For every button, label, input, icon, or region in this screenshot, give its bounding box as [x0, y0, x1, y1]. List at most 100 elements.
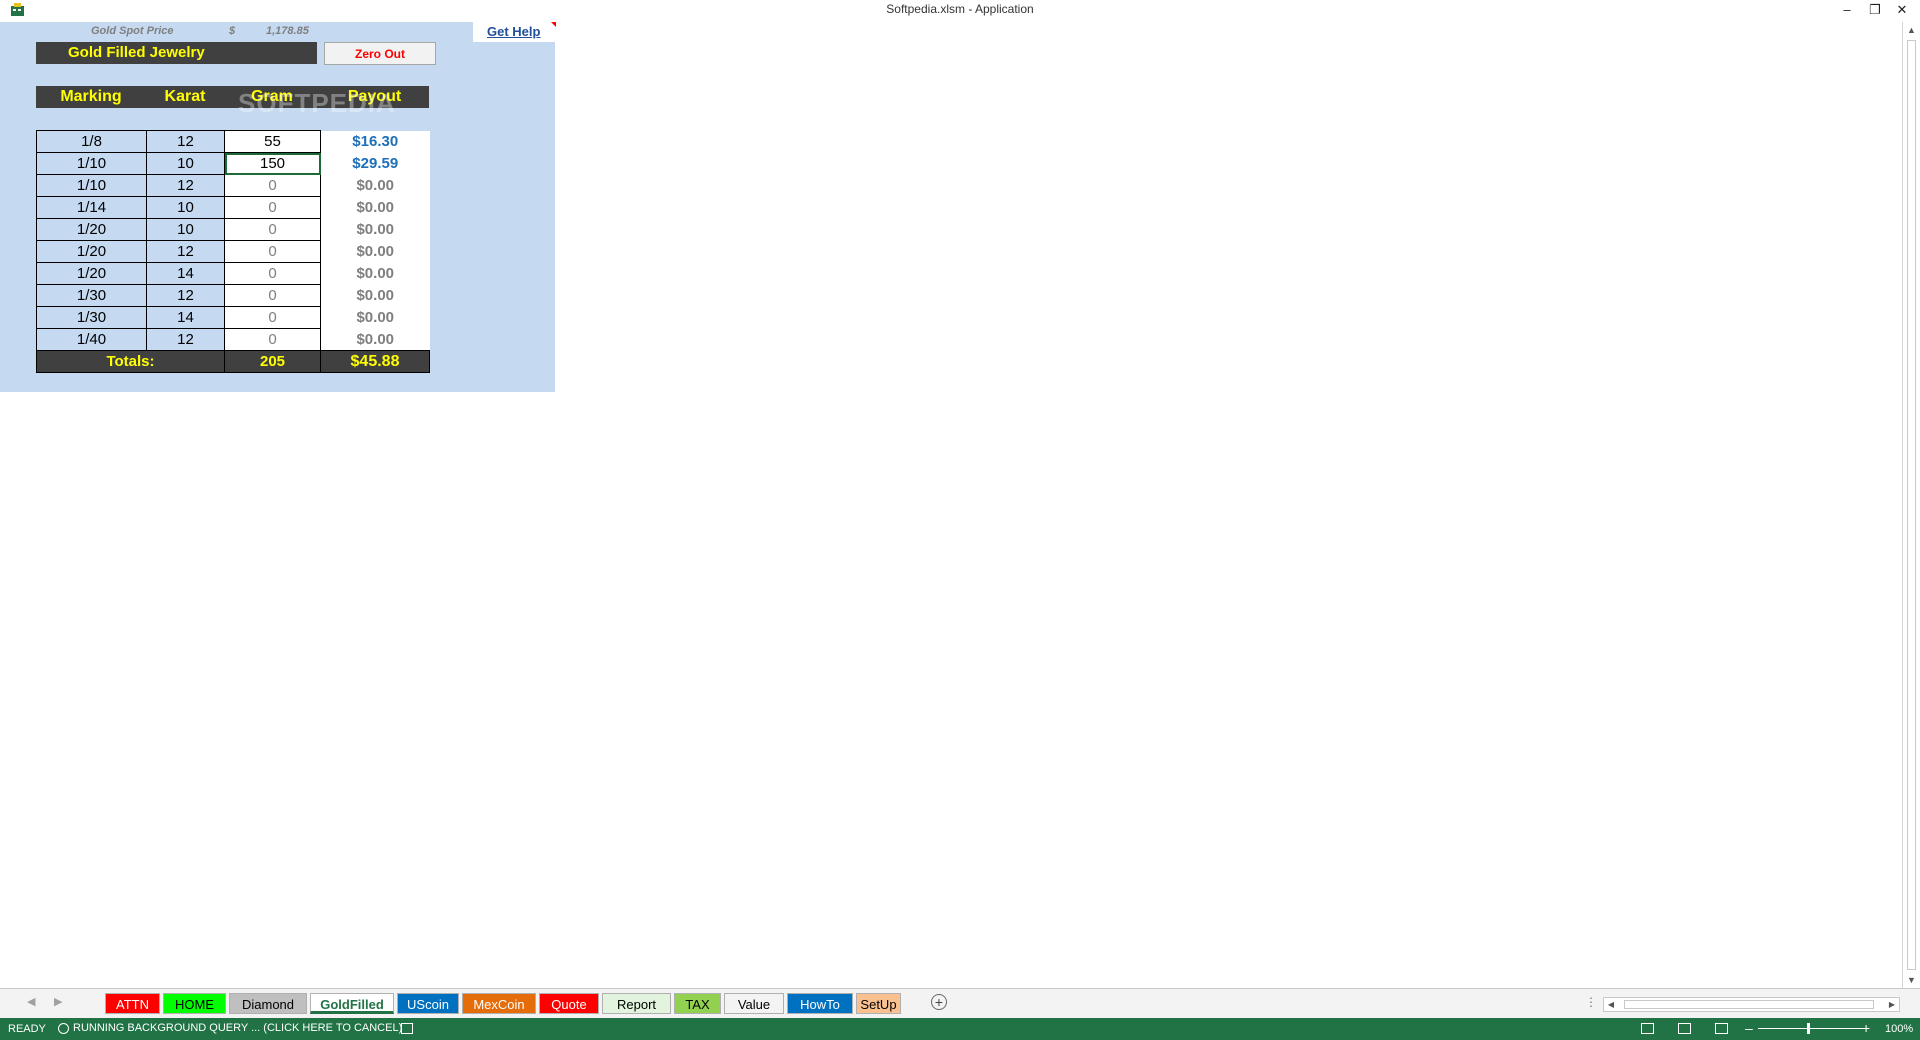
marking-cell: 1/30	[36, 306, 147, 329]
tab-attn[interactable]: ATTN	[105, 993, 160, 1014]
get-help-link[interactable]: Get Help	[487, 24, 540, 39]
totals-label: Totals:	[36, 350, 225, 373]
zero-out-button[interactable]: Zero Out	[324, 42, 436, 65]
gram-input-cell[interactable]: 0	[224, 306, 321, 329]
page-break-view-icon[interactable]	[1715, 1023, 1728, 1034]
horizontal-scrollbar[interactable]: ◀ ▶	[1603, 997, 1900, 1012]
vertical-scrollbar[interactable]: ▲ ▼	[1902, 22, 1920, 988]
karat-cell: 12	[146, 284, 225, 307]
payout-cell: $29.59	[320, 152, 430, 175]
marking-cell: 1/20	[36, 218, 147, 241]
zoom-slider-thumb[interactable]	[1807, 1023, 1810, 1034]
tab-quote[interactable]: Quote	[539, 993, 599, 1014]
close-icon[interactable]: ✕	[1890, 0, 1914, 20]
status-ready: READY	[8, 1023, 46, 1035]
tab-mexcoin[interactable]: MexCoin	[462, 993, 536, 1014]
restore-icon[interactable]: ❐	[1863, 0, 1887, 20]
tab-value[interactable]: Value	[724, 993, 784, 1014]
table-row: 1/20 12 0 $0.00	[36, 240, 430, 263]
table-row: 1/30 14 0 $0.00	[36, 306, 430, 329]
karat-cell: 12	[146, 130, 225, 153]
scroll-down-icon[interactable]: ▼	[1903, 972, 1920, 988]
gram-input-cell[interactable]: 55	[224, 130, 321, 153]
table-row: 1/10 10 150 $29.59	[36, 152, 430, 175]
payout-cell: $0.00	[320, 328, 430, 351]
tab-howto[interactable]: HowTo	[787, 993, 853, 1014]
gram-input-cell[interactable]: 0	[224, 262, 321, 285]
macro-record-icon[interactable]	[401, 1023, 413, 1034]
totals-gram: 205	[224, 350, 321, 373]
payout-cell: $0.00	[320, 196, 430, 219]
marking-cell: 1/10	[36, 174, 147, 197]
table-row: 1/30 12 0 $0.00	[36, 284, 430, 307]
zoom-slider[interactable]	[1758, 1028, 1866, 1029]
karat-cell: 12	[146, 328, 225, 351]
background-query-text: RUNNING BACKGROUND QUERY ... (CLICK HERE…	[73, 1022, 403, 1034]
karat-cell: 12	[146, 174, 225, 197]
zoom-in-icon[interactable]: +	[1862, 1020, 1870, 1036]
karat-cell: 12	[146, 240, 225, 263]
gram-input-cell[interactable]: 0	[224, 218, 321, 241]
tab-home[interactable]: HOME	[163, 993, 226, 1014]
karat-cell: 10	[146, 218, 225, 241]
tab-tax[interactable]: TAX	[674, 993, 721, 1014]
gram-input-cell[interactable]: 0	[224, 196, 321, 219]
payout-cell: $0.00	[320, 174, 430, 197]
scroll-right-icon[interactable]: ▶	[1885, 998, 1899, 1011]
header-marking: Marking	[60, 88, 122, 105]
marking-cell: 1/30	[36, 284, 147, 307]
table-row: 1/14 10 0 $0.00	[36, 196, 430, 219]
tab-goldfilled[interactable]: GoldFilled	[310, 993, 394, 1014]
worksheet-area[interactable]: Gold Spot Price $ 1,178.85 Gold Filled J…	[0, 22, 1902, 988]
marking-cell: 1/40	[36, 328, 147, 351]
header-payout: Payout	[347, 88, 402, 105]
calculator-panel: Gold Spot Price $ 1,178.85 Gold Filled J…	[0, 22, 556, 392]
tab-uscoin[interactable]: UScoin	[397, 993, 459, 1014]
gram-input-cell[interactable]: 0	[224, 174, 321, 197]
gram-input-cell[interactable]: 0	[224, 284, 321, 307]
tab-scroll-right-icon[interactable]: ▶	[54, 995, 62, 1008]
zoom-level[interactable]: 100%	[1885, 1023, 1913, 1035]
karat-cell: 10	[146, 152, 225, 175]
table-row: 1/40 12 0 $0.00	[36, 328, 430, 351]
totals-payout: $45.88	[320, 350, 430, 373]
window-title: Softpedia.xlsm - Application	[886, 2, 1034, 16]
sheet-title: Gold Filled Jewelry	[36, 42, 317, 64]
gram-input-cell[interactable]: 0	[224, 240, 321, 263]
sheet-tab-bar: ◀ ▶ ATTN HOME Diamond GoldFilled UScoin MexCo…	[0, 988, 1920, 1018]
table-row: 1/8 12 55 $16.30	[36, 130, 430, 153]
zoom-out-icon[interactable]: –	[1745, 1020, 1753, 1036]
payout-cell: $0.00	[320, 218, 430, 241]
vertical-scroll-thumb[interactable]	[1907, 40, 1916, 970]
tab-diamond[interactable]: Diamond	[229, 993, 307, 1014]
marking-cell: 1/20	[36, 262, 147, 285]
marking-cell: 1/20	[36, 240, 147, 263]
page-layout-view-icon[interactable]	[1678, 1023, 1691, 1034]
title-bar: Softpedia.xlsm - Application – ❐ ✕	[0, 0, 1920, 20]
gram-input-cell[interactable]: 150	[224, 152, 321, 175]
tab-split-handle[interactable]: ⋮	[1585, 995, 1597, 1009]
marking-cell: 1/10	[36, 152, 147, 175]
horizontal-scroll-thumb[interactable]	[1624, 1000, 1874, 1009]
comment-indicator	[551, 22, 556, 27]
tab-setup[interactable]: SetUp	[856, 993, 901, 1014]
add-sheet-icon[interactable]: +	[931, 994, 947, 1010]
table-row: 1/20 14 0 $0.00	[36, 262, 430, 285]
background-query-status[interactable]: RUNNING BACKGROUND QUERY ... (CLICK HERE…	[58, 1022, 402, 1034]
tab-scroll-left-icon[interactable]: ◀	[27, 995, 35, 1008]
tab-report[interactable]: Report	[602, 993, 671, 1014]
scroll-left-icon[interactable]: ◀	[1604, 998, 1618, 1011]
spot-price-value: 1,178.85	[266, 25, 309, 37]
payout-cell: $0.00	[320, 262, 430, 285]
karat-cell: 10	[146, 196, 225, 219]
normal-view-icon[interactable]	[1641, 1023, 1654, 1034]
minimize-icon[interactable]: –	[1835, 0, 1859, 20]
spot-price-currency: $	[229, 25, 236, 37]
karat-cell: 14	[146, 262, 225, 285]
header-karat: Karat	[164, 88, 206, 105]
gram-input-cell[interactable]: 0	[224, 328, 321, 351]
payout-cell: $16.30	[320, 130, 430, 153]
refresh-icon	[58, 1022, 69, 1034]
table-header-row: Marking Karat Gram Payout	[36, 86, 429, 108]
scroll-up-icon[interactable]: ▲	[1903, 22, 1920, 38]
